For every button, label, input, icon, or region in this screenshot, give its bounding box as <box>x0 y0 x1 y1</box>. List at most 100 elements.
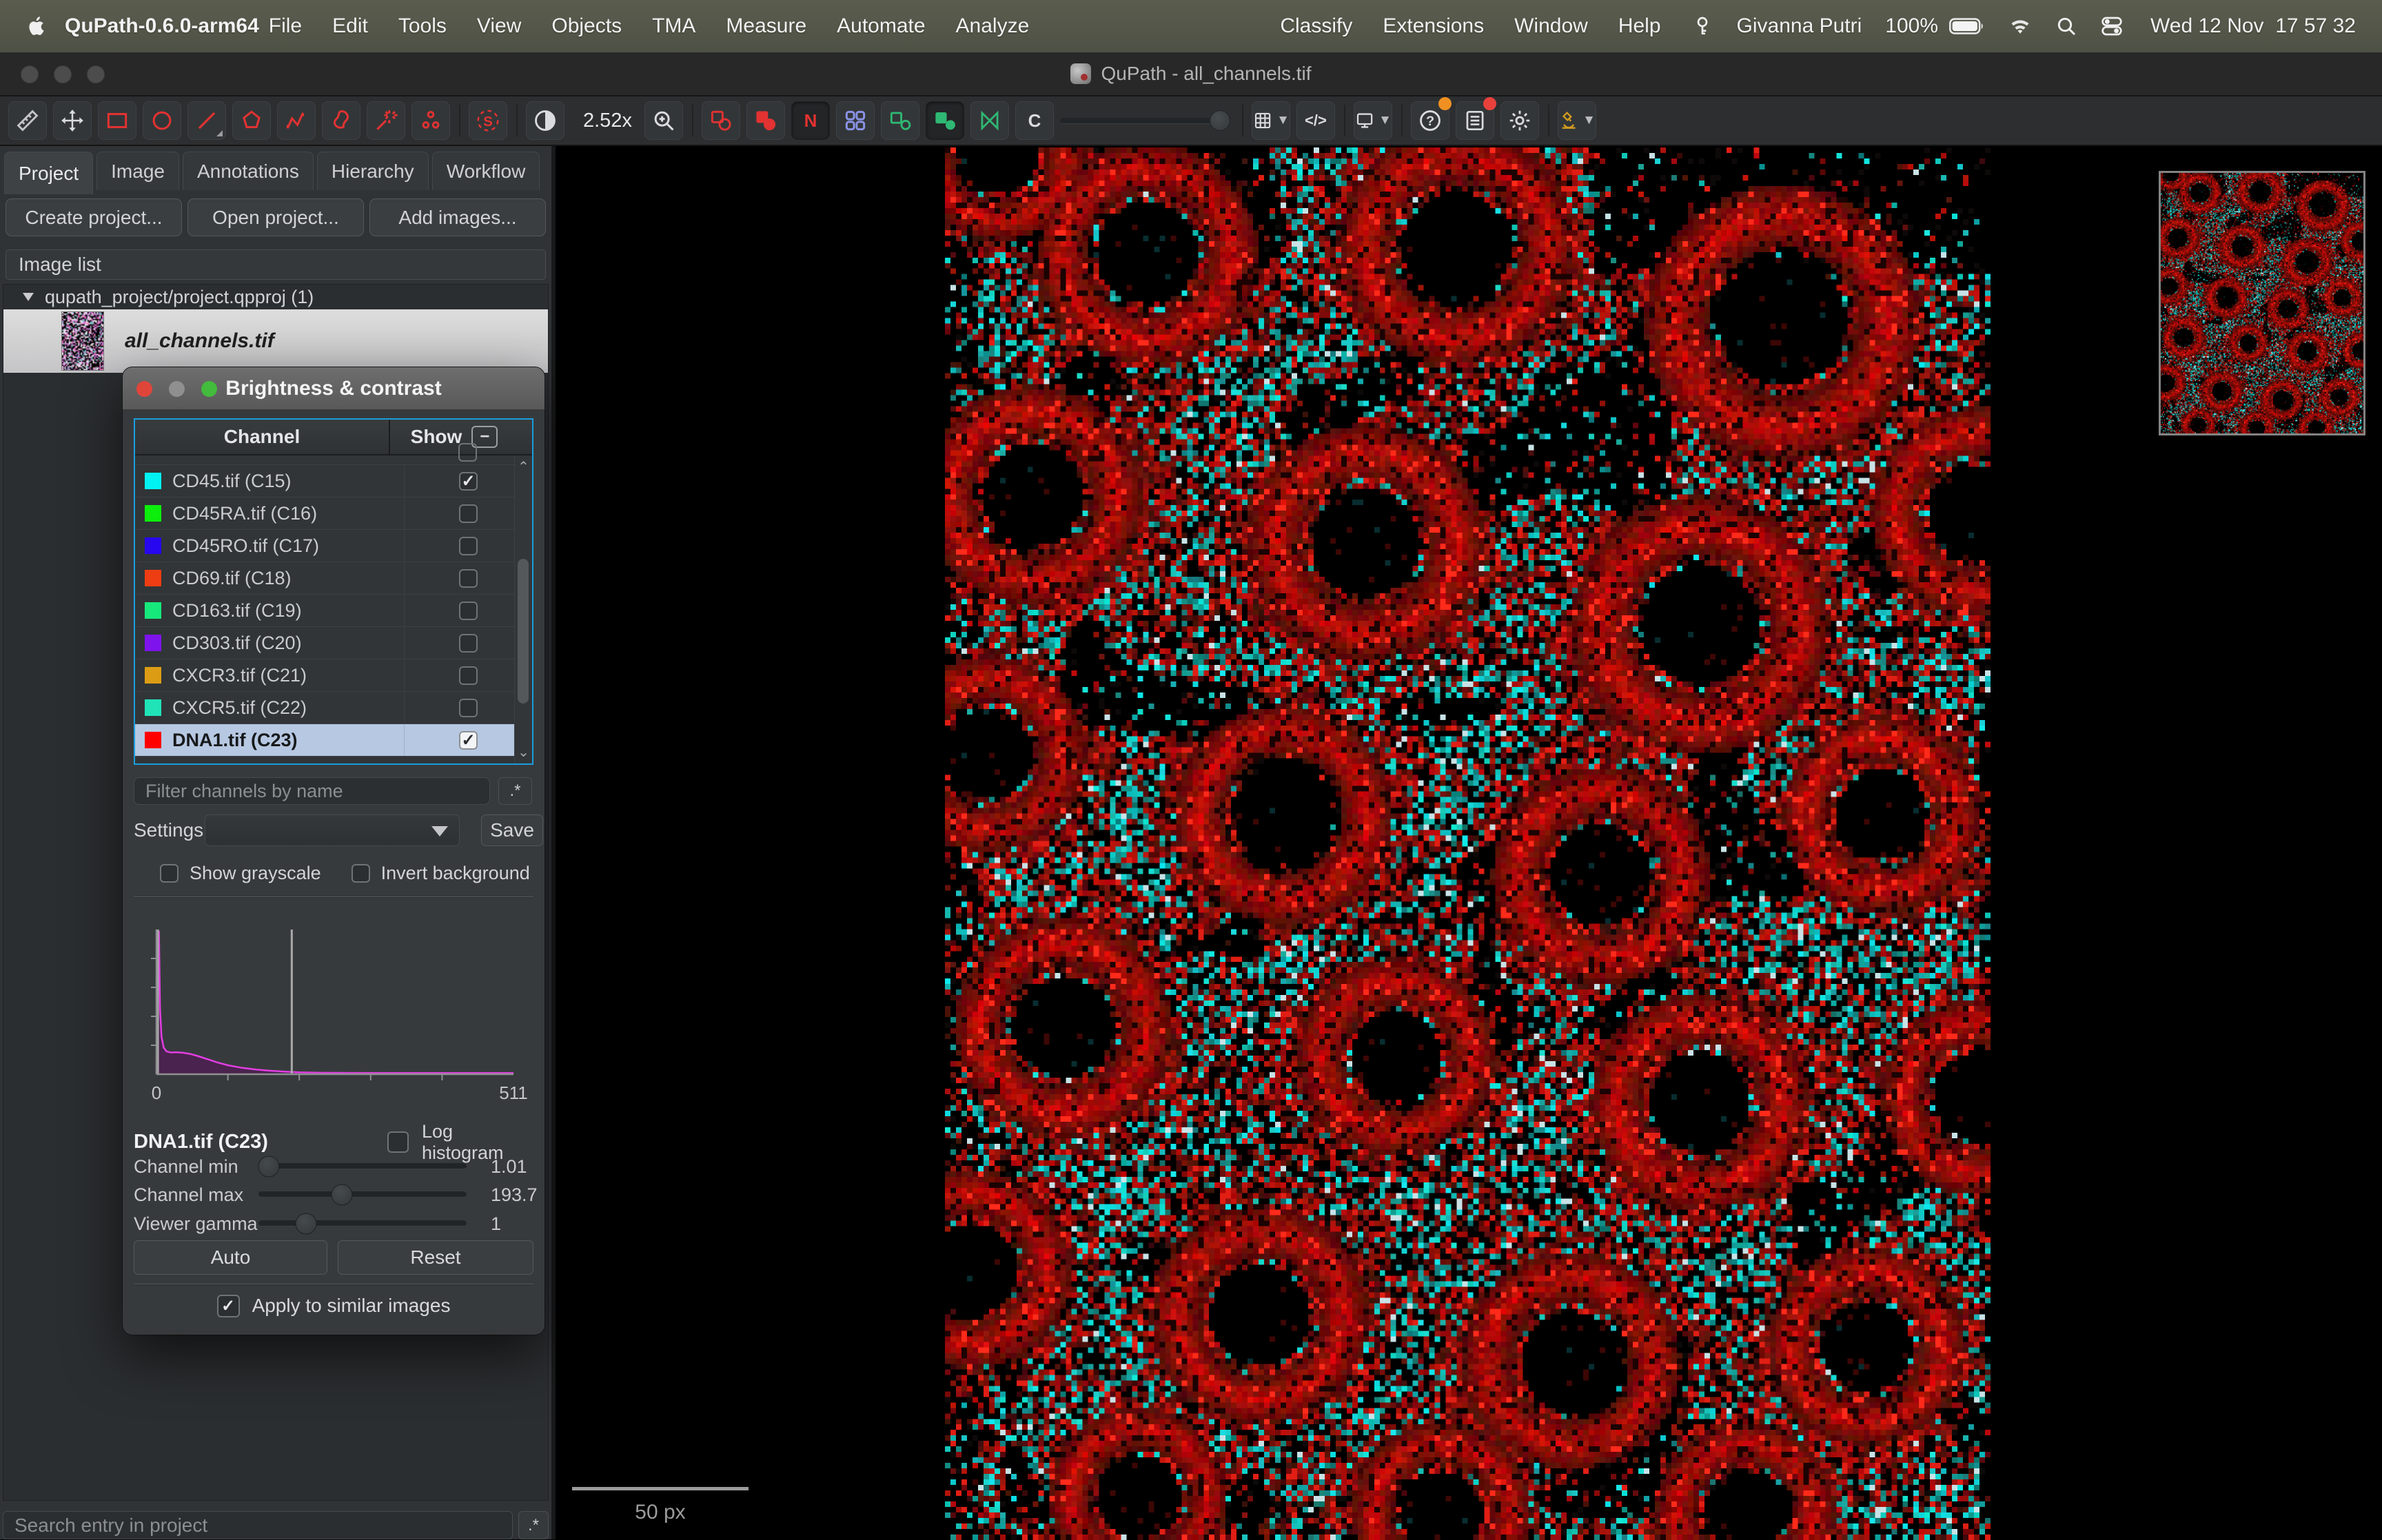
auto-button[interactable]: Auto <box>134 1240 327 1275</box>
menu-tma[interactable]: TMA <box>652 14 695 38</box>
add-images-button[interactable]: Add images... <box>369 198 546 236</box>
slider-knob[interactable] <box>331 1184 352 1205</box>
channel-row[interactable]: CD45RA.tif (C16) <box>135 497 532 530</box>
menu-automate[interactable]: Automate <box>837 14 925 38</box>
script-editor-button[interactable]: </> <box>1296 101 1335 140</box>
channel-row[interactable]: DNA1.tif (C23) <box>135 724 532 757</box>
project-search-regex-button[interactable]: .* <box>518 1511 549 1539</box>
scroll-down-icon[interactable]: ⌄ <box>515 743 532 761</box>
image-viewer[interactable]: 50 px <box>556 146 2382 1539</box>
channel-row[interactable]: CD45RO.tif (C17) <box>135 530 532 562</box>
fill-annotations-button[interactable] <box>746 101 785 140</box>
channel-show-checkbox[interactable] <box>459 634 478 653</box>
channel-color-swatch[interactable] <box>145 537 161 554</box>
tma-grid-button[interactable] <box>836 101 875 140</box>
channel-show-checkbox[interactable] <box>459 699 478 717</box>
dialog-title-bar[interactable]: Brightness & contrast <box>123 367 544 410</box>
channel-color-swatch[interactable] <box>145 570 161 586</box>
menu-view[interactable]: View <box>477 14 521 38</box>
points-tool-button[interactable] <box>411 101 450 140</box>
magnification-label[interactable]: 2.52x <box>583 110 632 132</box>
slider-knob[interactable] <box>296 1213 317 1234</box>
brightness-contrast-button[interactable] <box>526 101 564 140</box>
menu-clock[interactable]: Wed 12 Nov 17 57 32 <box>2150 14 2356 38</box>
fast-user-switch-label[interactable]: Givanna Putri <box>1737 14 1862 38</box>
channel-color-swatch[interactable] <box>145 699 161 716</box>
battery-icon[interactable] <box>1949 17 1985 36</box>
apple-logo-icon[interactable] <box>26 15 47 37</box>
show-detections-button[interactable] <box>881 101 919 140</box>
menu-file[interactable]: File <box>269 14 302 38</box>
invert-background-checkbox[interactable] <box>352 864 370 883</box>
channel-color-swatch[interactable] <box>145 732 161 748</box>
menu-analyze[interactable]: Analyze <box>956 14 1030 38</box>
menu-help[interactable]: Help <box>1618 14 1661 38</box>
viewer-gamma-slider[interactable] <box>258 1220 467 1226</box>
tree-expand-icon[interactable] <box>23 293 34 301</box>
menu-window[interactable]: Window <box>1514 14 1588 38</box>
app-menu-title[interactable]: QuPath-0.6.0-arm64 <box>65 14 259 38</box>
channel-row[interactable]: CD303.tif (C20) <box>135 627 532 659</box>
channel-max-slider[interactable] <box>258 1191 467 1198</box>
channel-color-swatch[interactable] <box>145 667 161 684</box>
show-column-header[interactable]: Show − <box>390 420 518 454</box>
tab-image[interactable]: Image <box>96 152 179 190</box>
polyline-tool-button[interactable] <box>277 101 316 140</box>
open-project-button[interactable]: Open project... <box>187 198 364 236</box>
channel-show-checkbox[interactable] <box>459 731 478 750</box>
log-viewer-button[interactable] <box>1456 101 1494 140</box>
channel-row[interactable]: CD69.tif (C18) <box>135 562 532 595</box>
channel-show-checkbox[interactable] <box>459 504 478 523</box>
save-settings-button[interactable]: Save <box>481 814 543 846</box>
apply-similar-images-checkbox[interactable] <box>217 1295 240 1317</box>
tissue-image[interactable] <box>945 147 1991 1540</box>
create-project-button[interactable]: Create project... <box>6 198 182 236</box>
polygon-tool-button[interactable] <box>232 101 271 140</box>
wand-tool-button[interactable] <box>367 101 405 140</box>
line-tool-button[interactable] <box>187 101 226 140</box>
zoom-to-fit-button[interactable] <box>644 101 683 140</box>
channel-row[interactable]: CXCR3.tif (C21) <box>135 659 532 692</box>
stage-control-button[interactable]: ▼ <box>1558 101 1596 140</box>
channel-column-header[interactable]: Channel <box>135 420 390 454</box>
channel-color-swatch[interactable] <box>145 505 161 522</box>
show-grayscale-checkbox[interactable] <box>160 864 179 883</box>
menu-edit[interactable]: Edit <box>332 14 368 38</box>
spotlight-search-icon[interactable] <box>2055 15 2077 37</box>
overview-map[interactable] <box>2159 171 2365 435</box>
control-center-icon[interactable] <box>2101 15 2123 37</box>
menu-objects[interactable]: Objects <box>551 14 622 38</box>
tab-project[interactable]: Project <box>4 152 93 194</box>
selection-mode-button[interactable]: S <box>469 101 507 140</box>
channel-show-checkbox[interactable] <box>459 537 478 555</box>
project-search-input[interactable] <box>3 1511 513 1539</box>
reset-button[interactable]: Reset <box>338 1240 533 1275</box>
scroll-up-icon[interactable]: ⌃ <box>515 458 532 475</box>
show-names-button[interactable]: N <box>791 101 830 140</box>
brush-tool-button[interactable] <box>322 101 360 140</box>
wifi-icon[interactable] <box>2008 14 2032 38</box>
move-tool-button[interactable] <box>53 101 92 140</box>
tab-annotations[interactable]: Annotations <box>183 152 314 190</box>
channel-color-swatch[interactable] <box>145 602 161 619</box>
measurement-tables-button[interactable]: ▼ <box>1252 101 1290 140</box>
fill-detections-button[interactable] <box>926 101 964 140</box>
channel-table-scrollbar[interactable]: ⌃ ⌄ <box>514 455 532 763</box>
menu-classify[interactable]: Classify <box>1280 14 1352 38</box>
channel-color-swatch[interactable] <box>145 473 161 489</box>
channel-row[interactable]: CXCR5.tif (C22) <box>135 692 532 724</box>
slider-knob[interactable] <box>258 1156 280 1177</box>
channel-filter-input[interactable] <box>134 777 490 805</box>
project-tree-node[interactable]: qupath_project/project.qpproj (1) <box>3 285 548 309</box>
channel-viewer-button[interactable]: C <box>1015 101 1054 140</box>
channel-show-checkbox[interactable] <box>459 569 478 588</box>
project-image-entry[interactable]: all_channels.tif <box>3 309 548 373</box>
tab-hierarchy[interactable]: Hierarchy <box>317 152 429 190</box>
channel-color-swatch[interactable] <box>145 635 161 651</box>
show-annotations-button[interactable] <box>702 101 740 140</box>
measure-tool-button[interactable] <box>8 101 47 140</box>
menu-measure[interactable]: Measure <box>726 14 806 38</box>
channel-row[interactable]: CD45.tif (C15) <box>135 465 532 497</box>
pixel-classification-button[interactable] <box>970 101 1009 140</box>
help-button[interactable]: ? <box>1411 101 1449 140</box>
